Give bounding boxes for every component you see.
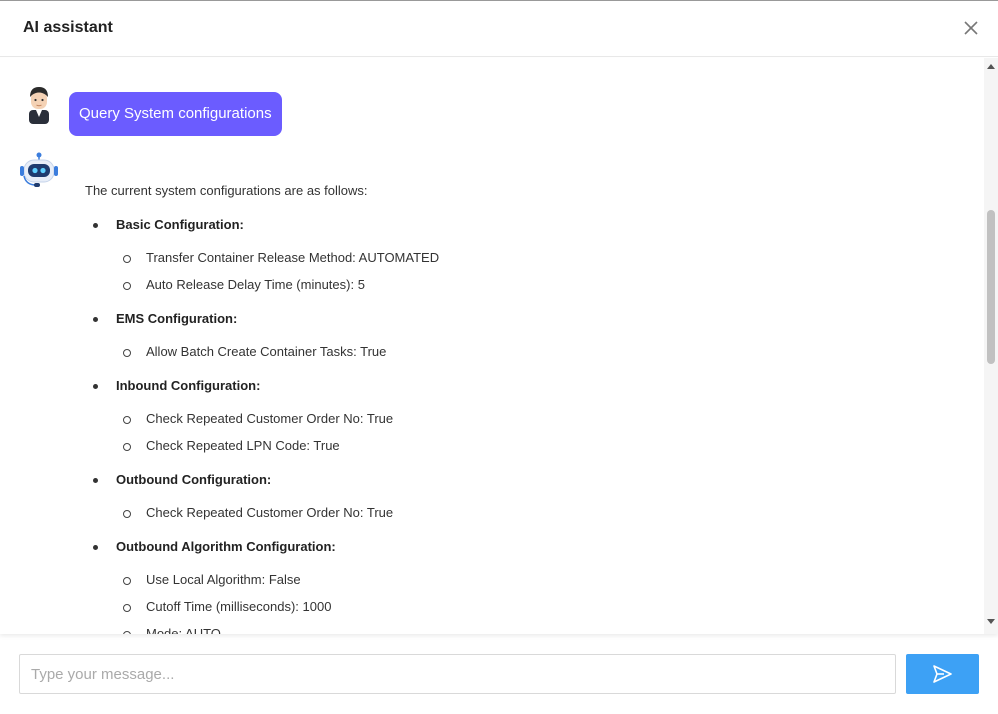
dialog-header: AI assistant: [0, 1, 998, 57]
chat-scrollbar[interactable]: [984, 58, 998, 634]
list-item: Transfer Container Release Method: AUTOM…: [85, 248, 965, 268]
send-icon: [933, 665, 952, 683]
list-item: Mode: AUTO: [85, 624, 965, 634]
list-item: Auto Release Delay Time (minutes): 5: [85, 275, 965, 295]
section-title-outbound-algorithm: Outbound Algorithm Configuration:: [85, 537, 965, 557]
list-item: Allow Batch Create Container Tasks: True: [85, 342, 965, 362]
scrollbar-thumb[interactable]: [987, 210, 995, 364]
dialog-title: AI assistant: [23, 19, 113, 36]
list-item: Check Repeated Customer Order No: True: [85, 409, 965, 429]
scroll-up-arrow-icon[interactable]: [987, 64, 995, 69]
bot-message: The current system configurations are as…: [85, 181, 965, 634]
robot-avatar: [18, 151, 60, 193]
section-title-inbound: Inbound Configuration:: [85, 376, 965, 396]
chat-area[interactable]: Query System configurations The current …: [0, 58, 998, 634]
section-list-inbound: Check Repeated Customer Order No: True C…: [85, 409, 965, 456]
section-list-basic: Transfer Container Release Method: AUTOM…: [85, 248, 965, 295]
user-avatar: [18, 84, 60, 126]
ai-assistant-dialog: AI assistant Query System configurations: [0, 0, 998, 714]
list-item: Cutoff Time (milliseconds): 1000: [85, 597, 965, 617]
section-title-basic: Basic Configuration:: [85, 215, 965, 235]
user-message-bubble: Query System configurations: [69, 92, 282, 136]
section-title-ems: EMS Configuration:: [85, 309, 965, 329]
scroll-down-arrow-icon[interactable]: [987, 619, 995, 624]
section-title-outbound: Outbound Configuration:: [85, 470, 965, 490]
section-list-outbound-algorithm: Use Local Algorithm: False Cutoff Time (…: [85, 570, 965, 634]
section-list-outbound: Check Repeated Customer Order No: True: [85, 503, 965, 523]
section-list-ems: Allow Batch Create Container Tasks: True: [85, 342, 965, 362]
close-icon[interactable]: [960, 17, 982, 39]
send-button[interactable]: [906, 654, 979, 694]
list-item: Use Local Algorithm: False: [85, 570, 965, 590]
message-input[interactable]: [19, 654, 896, 694]
list-item: Check Repeated LPN Code: True: [85, 436, 965, 456]
list-item: Check Repeated Customer Order No: True: [85, 503, 965, 523]
bot-intro-text: The current system configurations are as…: [85, 183, 368, 198]
